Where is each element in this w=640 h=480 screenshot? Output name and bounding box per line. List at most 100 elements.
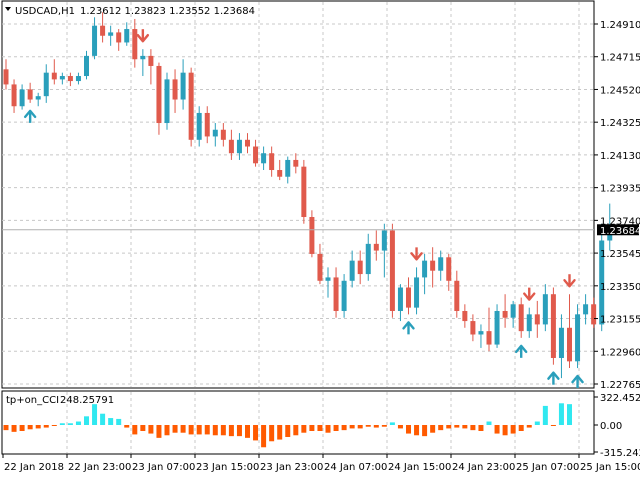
candle <box>236 133 242 160</box>
candle <box>35 92 41 107</box>
cci-bar <box>349 425 355 429</box>
cci-bar <box>526 425 532 428</box>
candle <box>550 287 556 365</box>
cci-bar <box>51 425 57 426</box>
price-tick-label: 1.23545 <box>600 249 640 260</box>
candle-body <box>261 153 267 164</box>
candle-body <box>381 230 387 251</box>
candle-body <box>212 129 218 137</box>
trading-chart[interactable]: 1.24910 1.24715 1.24520 1.24325 1.24130 1.239… <box>0 0 640 480</box>
candle-body <box>156 65 162 124</box>
cci-bar <box>148 425 154 434</box>
candle-body <box>204 112 210 137</box>
candle <box>27 82 33 103</box>
candle-body <box>397 287 403 311</box>
cci-bar <box>245 425 250 438</box>
cci-bar <box>502 425 508 436</box>
time-tick-label: 23 Jan 23:00 <box>260 462 323 473</box>
candle-body <box>285 159 291 177</box>
candle-body <box>406 287 411 308</box>
candle <box>301 159 307 224</box>
candle <box>156 62 162 135</box>
cci-bar <box>116 418 122 425</box>
candle-body <box>317 253 323 281</box>
cci-bar <box>462 425 468 429</box>
candle-body <box>438 257 444 271</box>
buy-arrow-icon <box>402 321 415 335</box>
candle-body <box>27 89 33 100</box>
candle <box>397 284 403 322</box>
candle <box>67 72 73 87</box>
buy-arrow-icon <box>571 374 584 389</box>
candle-body <box>253 146 259 164</box>
candle-body <box>51 72 57 80</box>
candle-body <box>140 55 146 60</box>
sell-arrow-icon <box>563 274 576 288</box>
cci-bar <box>365 425 371 427</box>
candle <box>438 250 444 281</box>
candle <box>293 153 299 174</box>
candle <box>124 22 130 46</box>
cci-bar <box>43 425 49 428</box>
cci-bar <box>422 425 428 437</box>
candle <box>365 233 371 281</box>
cci-bar <box>67 423 73 425</box>
candle-body <box>84 55 89 77</box>
indicator-name: tp+on_CCI <box>6 395 59 406</box>
time-tick-label: 24 Jan 15:00 <box>388 462 451 473</box>
candle <box>132 18 138 68</box>
current-price-label: 1.23684 <box>600 226 640 237</box>
cci-bar <box>228 425 234 437</box>
candle-body <box>309 217 315 254</box>
candle <box>510 300 516 328</box>
cci-bar <box>3 425 9 431</box>
cci-bar <box>253 425 259 441</box>
collapse-triangle-icon[interactable] <box>5 7 11 11</box>
indicator-value: 248.25791 <box>60 395 114 406</box>
candle <box>220 123 226 147</box>
cci-bar <box>172 425 178 433</box>
candle-body <box>333 277 339 311</box>
candle-body <box>454 280 460 311</box>
cci-bar <box>494 425 500 434</box>
candle <box>502 294 508 328</box>
cci-tick-label: -315.2421 <box>600 448 640 459</box>
cci-bar <box>430 425 436 433</box>
candle <box>333 267 339 318</box>
candle-body <box>188 72 194 140</box>
candle-body <box>414 277 420 308</box>
candle <box>518 297 524 338</box>
candle <box>534 300 540 338</box>
candle <box>3 59 9 90</box>
cci-bar <box>309 425 315 431</box>
cci-bar <box>550 425 556 426</box>
buy-arrow-icon <box>515 344 528 358</box>
price-tick-label: 1.24325 <box>600 118 640 129</box>
candle-body <box>534 314 540 325</box>
candle <box>277 159 283 181</box>
candle <box>59 72 65 85</box>
cci-bar <box>470 425 476 431</box>
symbol-label: USDCAD,H1 <box>15 6 75 17</box>
candle <box>285 156 291 184</box>
cci-bar <box>220 425 226 436</box>
cci-bar <box>317 425 323 431</box>
candle-body <box>35 96 41 100</box>
candle <box>558 314 564 379</box>
price-tick-label: 1.22765 <box>600 380 640 391</box>
candle <box>269 146 275 177</box>
cci-bar <box>236 425 242 437</box>
candle <box>75 72 81 85</box>
candle <box>11 79 17 113</box>
buy-arrow-icon <box>547 371 560 385</box>
cci-bar <box>124 425 130 428</box>
candle-body <box>349 260 355 281</box>
cci-bar <box>397 425 403 429</box>
candle <box>51 59 57 85</box>
cci-bar <box>277 425 283 440</box>
cci-bar <box>558 403 564 425</box>
candle <box>349 250 355 288</box>
price-tick-label: 1.23155 <box>600 315 640 326</box>
candle-body <box>462 310 468 322</box>
candle-body <box>277 170 283 177</box>
